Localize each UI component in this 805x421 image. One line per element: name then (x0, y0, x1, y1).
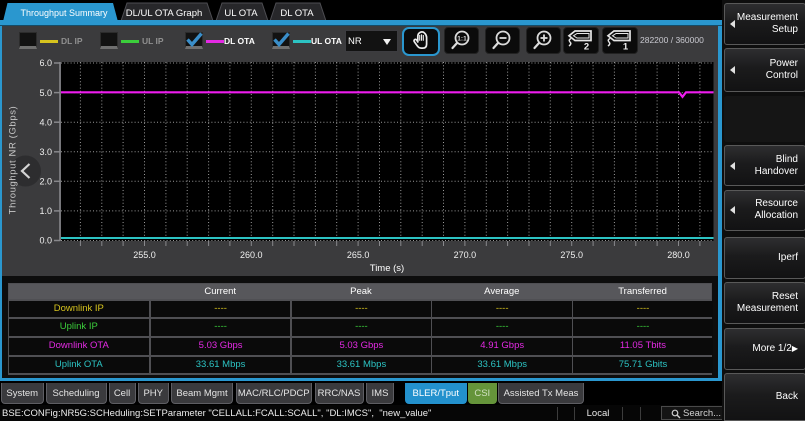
svg-text:DL OTA: DL OTA (280, 8, 314, 19)
svg-text:Throughput Summary: Throughput Summary (20, 8, 108, 18)
svg-text:3.0: 3.0 (39, 147, 52, 157)
svg-text:1: 1 (623, 42, 629, 53)
svg-text:4.0: 4.0 (39, 117, 52, 127)
svg-text:1:1: 1:1 (457, 36, 467, 43)
svg-text:260.0: 260.0 (240, 250, 263, 260)
svg-text:DL/UL OTA Graph: DL/UL OTA Graph (126, 8, 203, 19)
svg-text:270.0: 270.0 (454, 250, 477, 260)
svg-text:2: 2 (584, 42, 589, 53)
svg-text:2.0: 2.0 (39, 177, 52, 187)
svg-text:Throughput NR (Gbps): Throughput NR (Gbps) (8, 106, 19, 215)
svg-text:5.0: 5.0 (39, 88, 52, 98)
svg-text:1.0: 1.0 (39, 206, 52, 216)
svg-text:0.0: 0.0 (39, 236, 52, 246)
svg-text:6.0: 6.0 (39, 58, 52, 68)
svg-text:280.0: 280.0 (667, 250, 690, 260)
svg-text:275.0: 275.0 (560, 250, 583, 260)
svg-text:UL OTA: UL OTA (224, 8, 258, 19)
svg-text:265.0: 265.0 (347, 250, 370, 260)
svg-text:Time (s): Time (s) (370, 263, 404, 274)
svg-text:255.0: 255.0 (133, 250, 156, 260)
